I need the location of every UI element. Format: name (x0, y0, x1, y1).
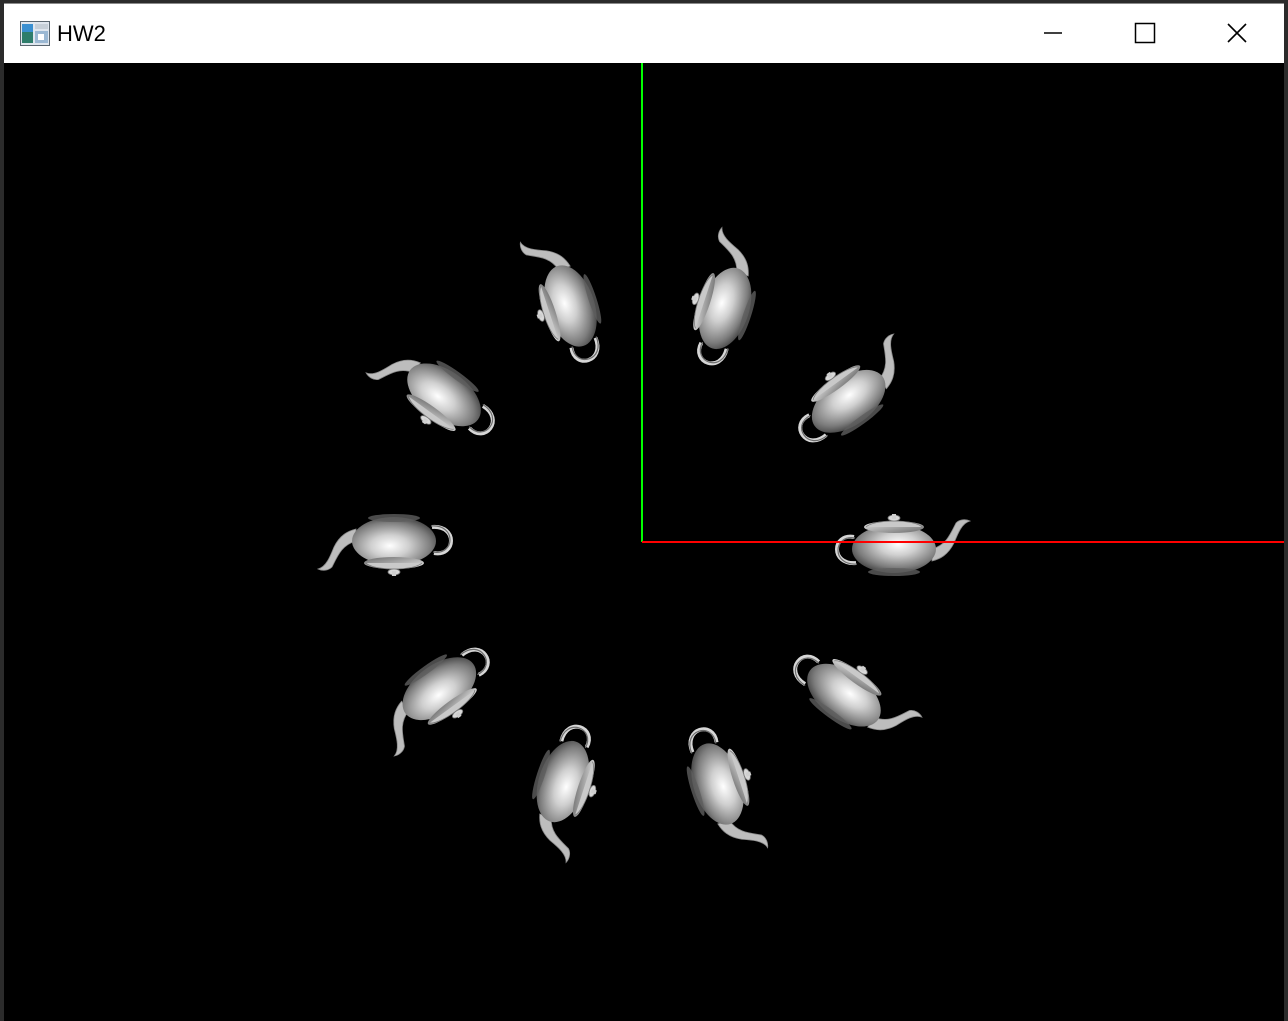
maximize-icon (1134, 22, 1156, 44)
minimize-button[interactable] (1007, 4, 1099, 62)
app-window: HW2 (0, 0, 1288, 1021)
close-button[interactable] (1191, 4, 1283, 62)
window-frame-right (1284, 0, 1288, 1021)
app-window-icon (20, 21, 50, 46)
opengl-viewport[interactable] (4, 63, 1284, 1021)
close-icon (1227, 23, 1247, 43)
minimize-icon (1044, 32, 1062, 34)
title-bar[interactable]: HW2 (4, 3, 1284, 63)
scene-canvas (4, 63, 1284, 1021)
maximize-button[interactable] (1099, 4, 1191, 62)
window-title: HW2 (57, 21, 106, 46)
